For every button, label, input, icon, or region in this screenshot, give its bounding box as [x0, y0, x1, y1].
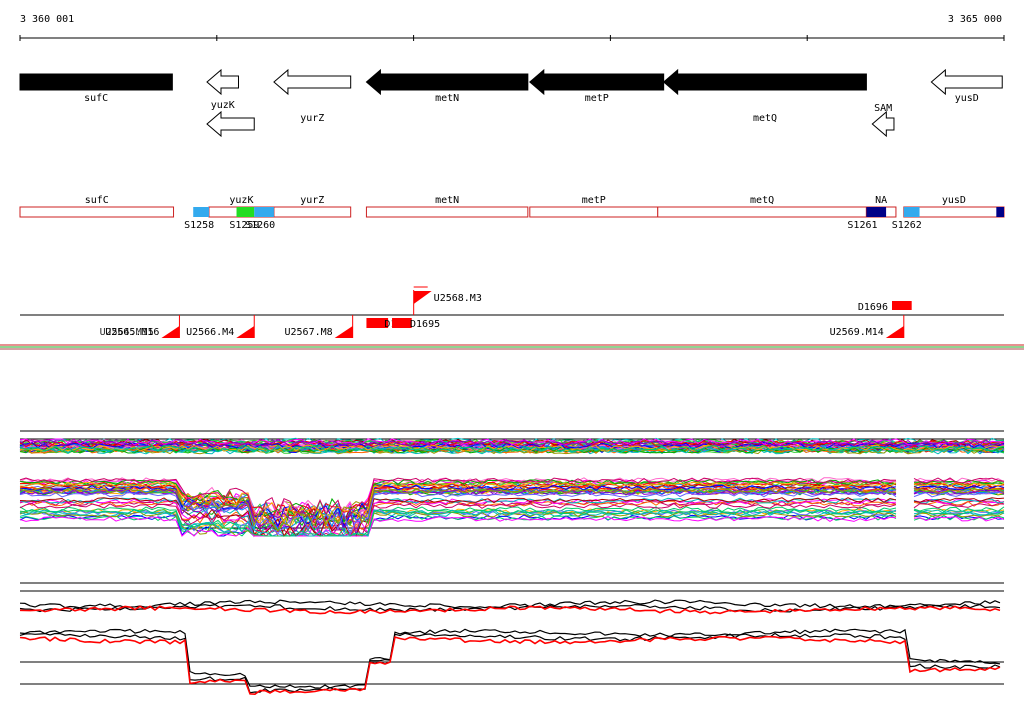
- site-label: S1262: [892, 220, 922, 231]
- gene-arrow-yuzK: [206, 68, 239, 96]
- feature-track: U2568.M3D1696U2565.M16 U2566.M4 U2567.M8 U2…: [0, 286, 1024, 350]
- gene-arrow-yurZ: [273, 68, 352, 96]
- segment-box: [19, 206, 175, 218]
- segment-box: [657, 206, 867, 218]
- segment-label: yuzK: [229, 195, 253, 206]
- gene-arrow-sufC: [19, 73, 173, 91]
- segment-box: [365, 206, 529, 218]
- transcript-segment-track: sufC yuzK yurZ metN metP metQ NA yusDS1258 S1259…: [19, 195, 1005, 231]
- feature-block: [891, 301, 912, 310]
- gene-arrow-metN: [365, 68, 529, 96]
- feature-label: U2564.M15: [100, 327, 154, 338]
- segment-label: metQ: [750, 195, 774, 206]
- feature-label: U2569.M14: [830, 327, 884, 338]
- feature-label: D1696: [858, 302, 888, 313]
- site-box: [193, 207, 209, 217]
- site-box: [903, 207, 920, 217]
- site-box: [254, 207, 274, 217]
- genome-browser-viewer: 3 360 001 3 365 000 sufC yuzK yurZ metN metP…: [0, 0, 1024, 714]
- feature-flag: [236, 326, 255, 338]
- profile-line: [19, 515, 1005, 537]
- gene-arrow-yusD: [930, 68, 1003, 96]
- gene-label: metP: [585, 93, 609, 104]
- summary-line: [19, 628, 1001, 689]
- site-label: S1261: [847, 220, 877, 231]
- gene-arrow-metQ: [662, 68, 867, 96]
- profile-line: [19, 511, 1005, 537]
- ruler-start-label: 3 360 001: [20, 14, 74, 25]
- feature-flag: [885, 326, 904, 338]
- gene-label: yurZ: [300, 113, 324, 124]
- segment-label: sufC: [85, 195, 109, 206]
- gene-label: yuzK: [211, 100, 235, 111]
- ruler-end-label: 3 365 000: [948, 14, 1002, 25]
- site-box: [866, 207, 887, 217]
- feature-flag: [334, 326, 353, 338]
- profile-line: [19, 488, 1005, 533]
- gene-arrow-metP: [529, 68, 665, 96]
- feature-label: D1695: [410, 319, 440, 330]
- gene-label: yusD: [955, 93, 979, 104]
- gene-label: metQ: [753, 113, 777, 124]
- segment-label: metP: [582, 195, 606, 206]
- site-label: S1258: [184, 220, 214, 231]
- gene-label: SAM: [874, 103, 892, 114]
- gene-arrow-SAM: [871, 110, 895, 138]
- site-box: [236, 207, 255, 217]
- feature-label: U2568.M3: [434, 293, 482, 304]
- feature-label: U2566.M4: [186, 327, 234, 338]
- segment-label: yurZ: [300, 195, 324, 206]
- segment-label: metN: [435, 195, 459, 206]
- summary-line: [19, 635, 1001, 696]
- segment-box: [529, 206, 659, 218]
- feature-flag: [413, 291, 432, 304]
- profile-line: [19, 489, 1005, 533]
- segment-box: [273, 206, 352, 218]
- gene-track: sufC yuzK yurZ metN metP metQ yusD SAM: [19, 68, 1003, 138]
- profile-line: [19, 509, 1005, 537]
- gene-label: sufC: [84, 93, 108, 104]
- site-box: [996, 207, 1004, 217]
- segment-label: yusD: [942, 195, 966, 206]
- feature-block: [392, 318, 412, 328]
- expression-profile-panel: [19, 430, 1005, 538]
- coordinate-ruler: 3 360 001 3 365 000: [19, 14, 1005, 41]
- feature-label: U2567.M8: [284, 327, 332, 338]
- site-label: S1260: [245, 220, 275, 231]
- gene-arrow-unnamed: [206, 110, 255, 138]
- profile-line: [19, 511, 1005, 537]
- genome-track-canvas: 3 360 001 3 365 000 sufC yuzK yurZ metN metP…: [0, 14, 1024, 696]
- segment-label: NA: [875, 195, 887, 206]
- feature-flag: [161, 326, 180, 338]
- gene-label: metN: [435, 93, 459, 104]
- summary-profile-panel: [19, 582, 1004, 696]
